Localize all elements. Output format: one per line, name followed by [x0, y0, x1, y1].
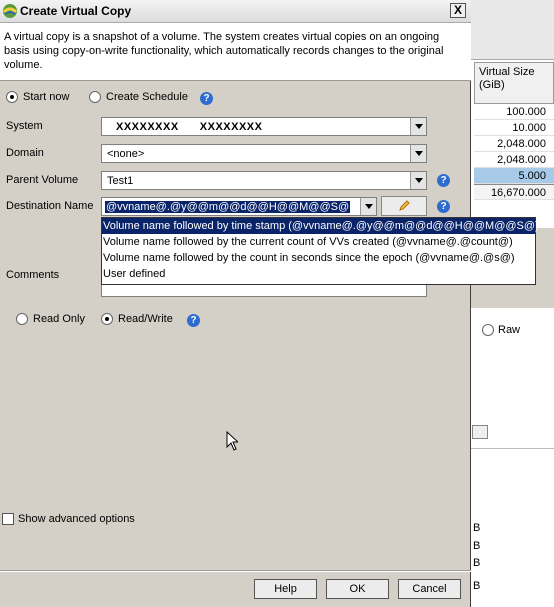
background-volume-table: Virtual Size (GiB) 100.000 10.000 2,048.… — [474, 62, 554, 200]
background-list-text: B — [473, 522, 481, 534]
domain-select[interactable]: <none> — [101, 144, 427, 163]
background-list-text: B — [473, 580, 481, 592]
app-logo-icon — [2, 4, 18, 18]
chevron-down-icon[interactable] — [360, 198, 376, 215]
edit-name-button[interactable] — [381, 196, 427, 216]
raw-label: Raw — [498, 324, 521, 336]
ok-button[interactable]: OK — [326, 579, 389, 599]
help-icon[interactable]: ? — [187, 314, 200, 327]
start-now-option[interactable]: Start now — [6, 91, 69, 103]
comments-label: Comments — [6, 269, 60, 281]
read-only-label: Read Only — [33, 313, 85, 325]
system-select[interactable]: XXXXXXXX XXXXXXXX — [101, 117, 427, 136]
create-schedule-label: Create Schedule — [106, 91, 188, 103]
read-write-radio[interactable] — [101, 313, 113, 325]
parent-volume-select[interactable]: Test1 — [101, 171, 427, 190]
dropdown-option-timestamp[interactable]: Volume name followed by time stamp (@vvn… — [102, 218, 539, 234]
table-row[interactable]: 10.000 — [474, 120, 554, 136]
table-row-selected[interactable]: 5.000 — [474, 168, 554, 184]
read-only-option[interactable]: Read Only — [16, 313, 85, 325]
destination-name-dropdown: Volume name followed by time stamp (@vvn… — [101, 217, 539, 285]
dropdown-option-user-defined[interactable]: User defined — [102, 266, 535, 282]
background-list-text: B — [473, 557, 481, 569]
show-advanced-label: Show advanced options — [18, 513, 135, 525]
system-value-primary: XXXXXXXX — [116, 120, 179, 133]
parent-volume-value: Test1 — [107, 174, 134, 187]
create-schedule-radio[interactable] — [89, 91, 101, 103]
dialog-title: Create Virtual Copy — [20, 4, 132, 18]
chevron-down-icon[interactable] — [410, 118, 426, 135]
title-bar[interactable]: Create Virtual Copy X — [0, 0, 471, 23]
start-now-radio[interactable] — [6, 91, 18, 103]
column-header-virtual-size[interactable]: Virtual Size (GiB) — [474, 62, 554, 104]
read-write-option[interactable]: Read/Write — [101, 313, 173, 325]
table-total-row: 16,670.000 — [474, 184, 554, 200]
table-row[interactable]: 2,048.000 — [474, 152, 554, 168]
parent-volume-label: Parent Volume — [6, 174, 79, 186]
system-label: System — [6, 120, 43, 132]
chevron-down-icon[interactable] — [410, 145, 426, 162]
chevron-down-icon[interactable] — [410, 172, 426, 189]
destination-name-combo[interactable]: @vvname@.@y@@m@@d@@H@@M@@S@ — [101, 197, 377, 216]
mouse-cursor-icon — [226, 431, 238, 451]
raw-radio[interactable] — [482, 324, 494, 336]
help-icon[interactable]: ? — [437, 200, 450, 213]
help-button[interactable]: Help — [254, 579, 317, 599]
start-now-label: Start now — [23, 91, 70, 103]
table-row[interactable]: 100.000 — [474, 104, 554, 120]
destination-name-label: Destination Name — [6, 200, 94, 212]
comments-input[interactable] — [101, 285, 427, 297]
help-icon[interactable]: ? — [200, 92, 213, 105]
read-only-radio[interactable] — [16, 313, 28, 325]
dialog-footer: Help OK Cancel — [0, 571, 471, 607]
background-lower-list — [471, 448, 554, 607]
destination-name-value[interactable]: @vvname@.@y@@m@@d@@H@@M@@S@ — [105, 200, 351, 213]
raw-radio-option[interactable]: Raw — [482, 324, 520, 336]
background-list-text: B — [473, 540, 481, 552]
help-icon[interactable]: ? — [437, 174, 450, 187]
dialog-description: A virtual copy is a snapshot of a volume… — [0, 23, 471, 81]
table-row[interactable]: 2,048.000 — [474, 136, 554, 152]
pencil-icon — [399, 200, 410, 211]
domain-value: <none> — [107, 147, 145, 160]
read-write-label: Read/Write — [118, 313, 173, 325]
show-advanced-checkbox[interactable] — [2, 513, 14, 525]
dropdown-option-epoch-seconds[interactable]: Volume name followed by the count in sec… — [102, 250, 535, 266]
domain-label: Domain — [6, 147, 44, 159]
background-toolbar — [471, 0, 554, 60]
cancel-button[interactable]: Cancel — [398, 579, 461, 599]
system-value-secondary: XXXXXXXX — [199, 120, 263, 133]
create-virtual-copy-dialog: Create Virtual Copy X A virtual copy is … — [0, 0, 471, 607]
close-button[interactable]: X — [450, 3, 466, 18]
dropdown-option-count[interactable]: Volume name followed by the current coun… — [102, 234, 535, 250]
show-advanced-option[interactable]: Show advanced options — [2, 513, 135, 525]
background-small-button[interactable] — [472, 425, 488, 439]
create-schedule-option[interactable]: Create Schedule — [89, 91, 188, 103]
